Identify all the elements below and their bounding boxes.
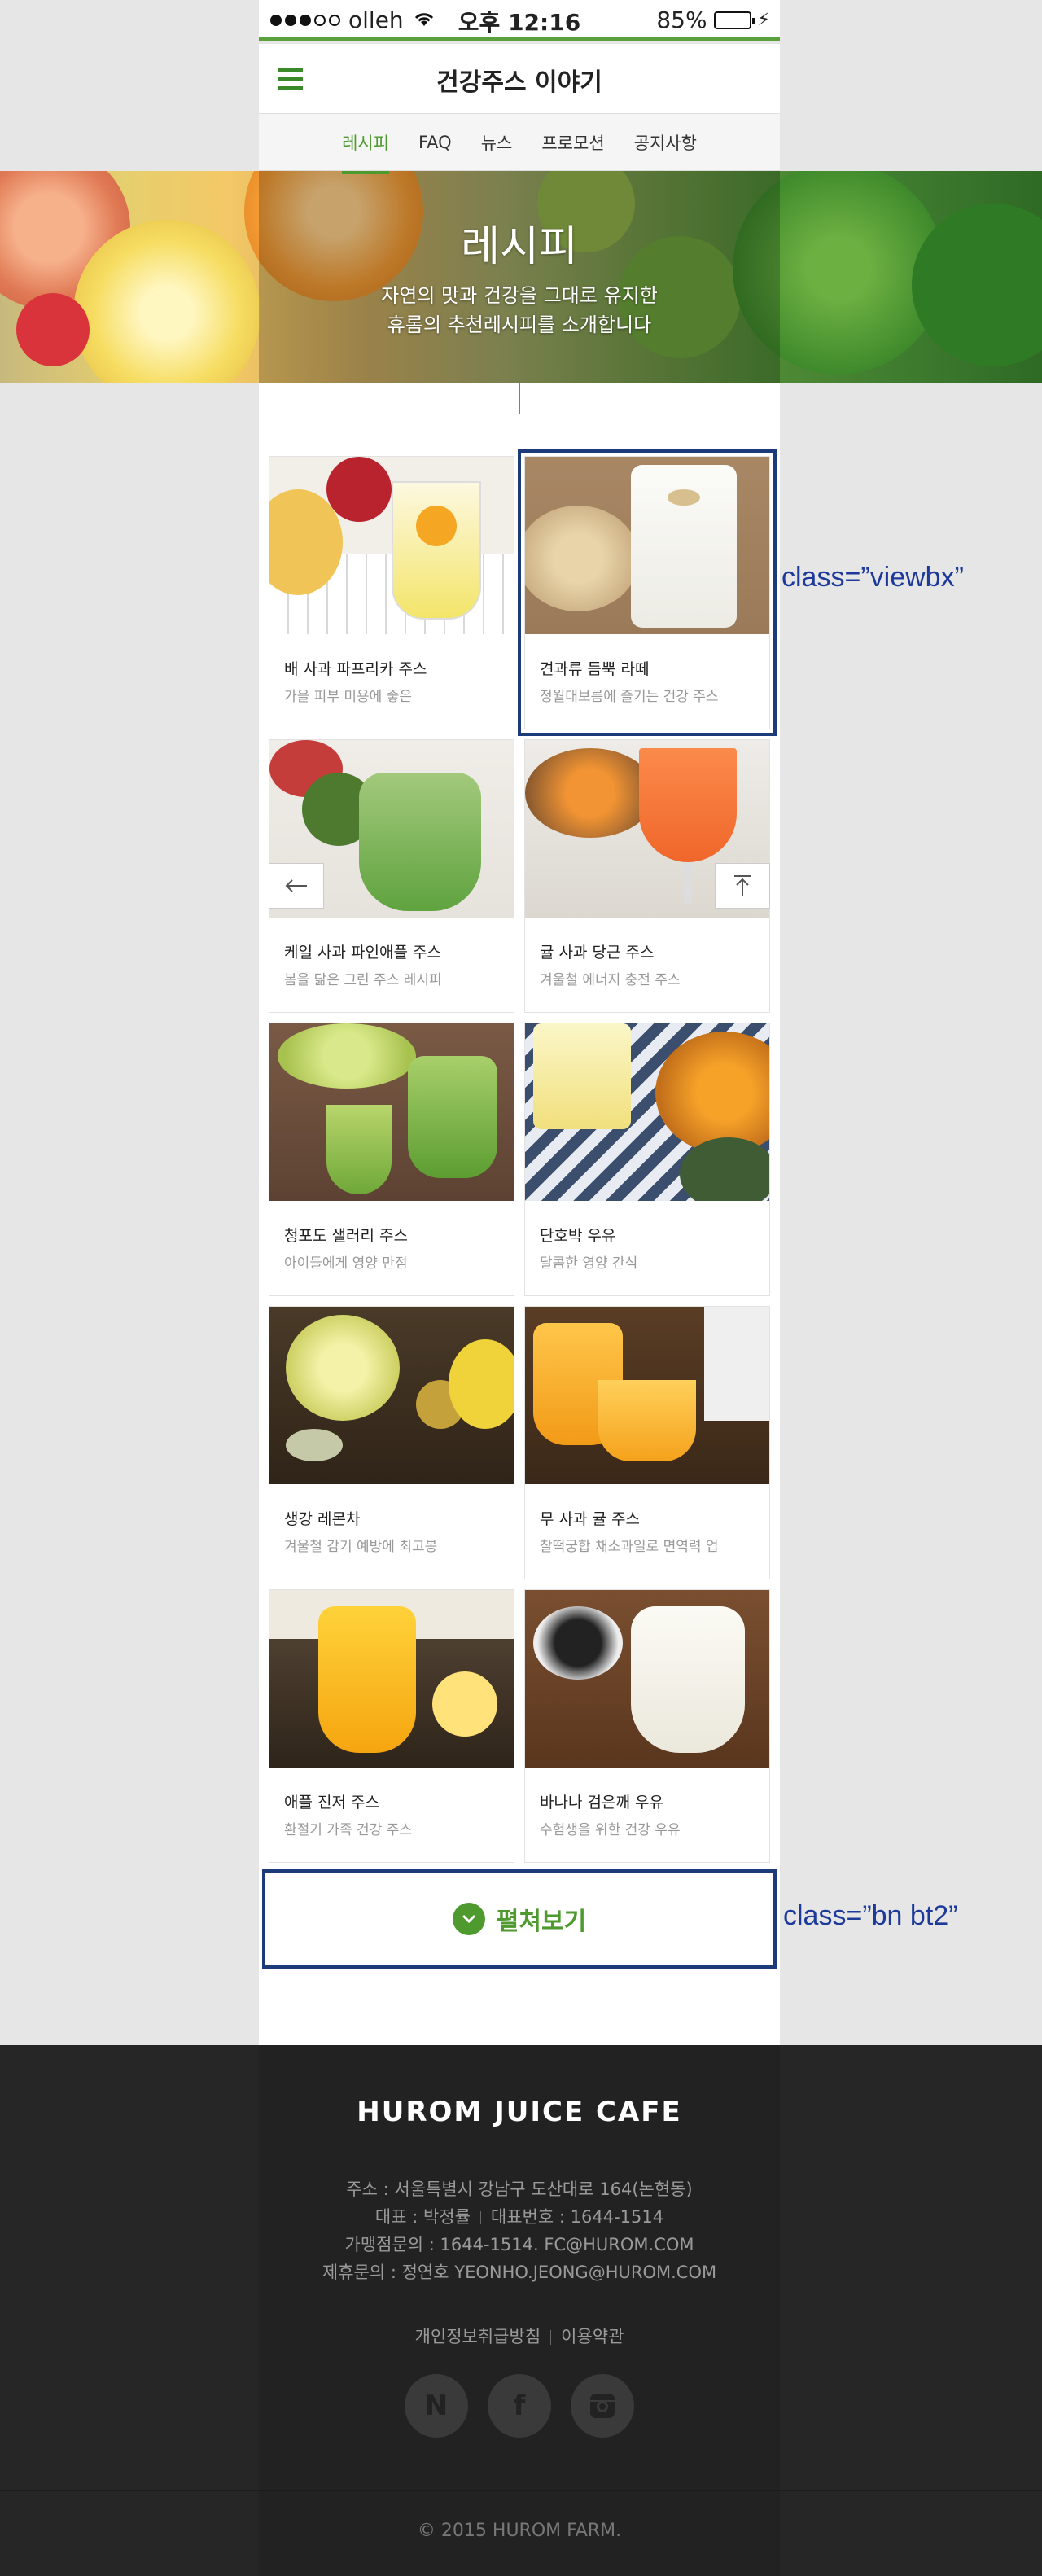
- recipe-card[interactable]: 배 사과 파프리카 주스 가을 피부 미용에 좋은: [269, 456, 514, 729]
- company-info: 주소 : 서울특별시 강남구 도산대로 164(논현동) 대표 : 박정률 대표번…: [259, 2175, 780, 2286]
- tab-faq[interactable]: FAQ: [418, 128, 452, 157]
- main-phone: 대표번호 : 1644-1514: [490, 2207, 664, 2227]
- show-more-label: 펼쳐보기: [496, 1908, 587, 1936]
- recipe-desc: 아이들에게 영양 만점: [284, 1255, 408, 1272]
- ceo-phone-line: 대표 : 박정률 대표번호 : 1644-1514: [259, 2203, 780, 2231]
- app-header: 건강주스 이야기: [259, 44, 780, 114]
- partner-contact: 제휴문의 : 정연호 YEONHO.JEONG@HUROM.COM: [322, 2263, 717, 2282]
- recipe-card[interactable]: 무 사과 귤 주스 찰떡궁합 채소과일로 면역력 업: [524, 1306, 770, 1579]
- recipe-name: 견과류 듬뿍 라떼: [540, 660, 650, 678]
- recipe-desc: 가을 피부 미용에 좋은: [284, 689, 412, 705]
- recipe-desc: 찰떡궁합 채소과일로 면역력 업: [540, 1539, 719, 1555]
- recipe-name: 귤 사과 당근 주스: [540, 944, 655, 962]
- recipe-card[interactable]: 단호박 우유 달콤한 영양 간식: [524, 1023, 770, 1296]
- recipe-desc: 환절기 가족 건강 주스: [284, 1822, 412, 1838]
- ceo: 대표 : 박정률: [374, 2207, 471, 2227]
- recipe-name: 단호박 우유: [540, 1227, 616, 1245]
- recipe-card[interactable]: 바나나 검은깨 우유 수험생을 위한 건강 우유: [524, 1589, 770, 1863]
- battery-icon: [713, 11, 755, 29]
- recipe-card-selected[interactable]: 견과류 듬뿍 라떼 정월대보름에 즐기는 건강 주스: [518, 449, 777, 736]
- footer-logo: HUROM JUICE CAFE: [357, 2096, 682, 2128]
- battery-percent: 85%: [656, 7, 707, 33]
- hero-subtitle-line2: 휴롬의 추천레시피를 소개합니다: [387, 313, 652, 336]
- recipe-name: 생강 레몬차: [284, 1510, 361, 1528]
- tab-news[interactable]: 뉴스: [481, 125, 513, 160]
- charging-icon: ⚡: [757, 10, 770, 30]
- hero-title: 레시피: [461, 222, 578, 271]
- recipe-name: 애플 진저 주스: [284, 1794, 379, 1812]
- annotation-bn-bt2: class=”bn bt2”: [783, 1900, 958, 1931]
- tab-bar: 레시피 FAQ 뉴스 프로모션 공지사항: [259, 114, 780, 174]
- recipe-desc: 수험생을 위한 건강 우유: [540, 1822, 681, 1838]
- naver-blog-icon[interactable]: N: [405, 2374, 468, 2438]
- footer-links: 개인정보취급방침 이용약관: [259, 2324, 780, 2348]
- page-title: 건강주스 이야기: [436, 68, 602, 97]
- tab-notice[interactable]: 공지사항: [634, 125, 697, 160]
- hero-banner: 레시피 자연의 맛과 건강을 그대로 유지한 휴롬의 추천레시피를 소개합니다: [259, 171, 780, 383]
- recipe-desc: 봄을 닮은 그린 주스 레시피: [284, 972, 442, 988]
- franchise-contact: 가맹점문의 : 1644-1514. FC@HUROM.COM: [344, 2235, 694, 2254]
- instagram-icon[interactable]: [571, 2374, 634, 2438]
- recipe-desc: 달콤한 영양 간식: [540, 1255, 638, 1272]
- facebook-icon[interactable]: f: [488, 2374, 551, 2438]
- recipe-name: 바나나 검은깨 우유: [540, 1794, 663, 1812]
- divider: [519, 383, 520, 414]
- chevron-down-icon: [452, 1903, 485, 1935]
- privacy-policy-link[interactable]: 개인정보취급방침: [415, 2327, 541, 2346]
- battery-status: 85% ⚡: [656, 7, 770, 33]
- arrow-up-icon: [734, 875, 751, 896]
- terms-link[interactable]: 이용약관: [561, 2327, 624, 2346]
- recipe-card[interactable]: 청포도 샐러리 주스 아이들에게 영양 만점: [269, 1023, 514, 1296]
- social-links: N f: [259, 2374, 780, 2438]
- scroll-top-button[interactable]: [715, 863, 770, 909]
- mobile-page: olleh 오후 12:16 85% ⚡ 건강주스 이야기 레시피 FAQ 뉴스…: [259, 0, 780, 2576]
- recipe-image: [525, 1023, 769, 1201]
- tab-promotion[interactable]: 프로모션: [541, 125, 604, 160]
- recipe-image: [269, 1307, 514, 1484]
- recipe-image: [525, 1590, 769, 1768]
- footer: HUROM JUICE CAFE 주소 : 서울특별시 강남구 도산대로 164…: [259, 2045, 780, 2576]
- recipe-list-section: 배 사과 파프리카 주스 가을 피부 미용에 좋은 견과류 듬뿍 라떼 정월대보…: [259, 383, 780, 2045]
- show-more-button[interactable]: 펼쳐보기: [262, 1869, 777, 1969]
- copyright: © 2015 HUROM FARM.: [417, 2521, 622, 2541]
- tab-recipe[interactable]: 레시피: [342, 125, 389, 174]
- recipe-desc: 겨울철 에너지 충전 주스: [540, 972, 681, 988]
- footer-divider: [0, 2490, 1042, 2491]
- recipe-card[interactable]: 생강 레몬차 겨울철 감기 예방에 최고봉: [269, 1306, 514, 1579]
- recipe-name: 무 사과 귤 주스: [540, 1510, 640, 1528]
- recipe-image: [269, 1023, 514, 1201]
- recipe-desc: 겨울철 감기 예방에 최고봉: [284, 1539, 438, 1555]
- back-arrow-button[interactable]: [269, 863, 324, 909]
- recipe-name: 케일 사과 파인애플 주스: [284, 944, 441, 962]
- recipe-desc: 정월대보름에 즐기는 건강 주스: [540, 689, 719, 705]
- status-bar: olleh 오후 12:16 85% ⚡: [259, 0, 780, 41]
- recipe-image: [269, 1590, 514, 1768]
- annotation-viewbx: class=”viewbx”: [782, 562, 964, 593]
- recipe-image: [525, 457, 769, 634]
- arrow-left-icon: [285, 879, 307, 892]
- recipe-name: 청포도 샐러리 주스: [284, 1227, 408, 1245]
- recipe-image: [269, 457, 514, 634]
- address: 주소 : 서울특별시 강남구 도산대로 164(논현동): [346, 2180, 693, 2199]
- recipe-card[interactable]: 애플 진저 주스 환절기 가족 건강 주스: [269, 1589, 514, 1863]
- recipe-name: 배 사과 파프리카 주스: [284, 660, 427, 678]
- recipe-image: [525, 1307, 769, 1484]
- hero-subtitle-line1: 자연의 맛과 건강을 그대로 유지한: [381, 284, 658, 307]
